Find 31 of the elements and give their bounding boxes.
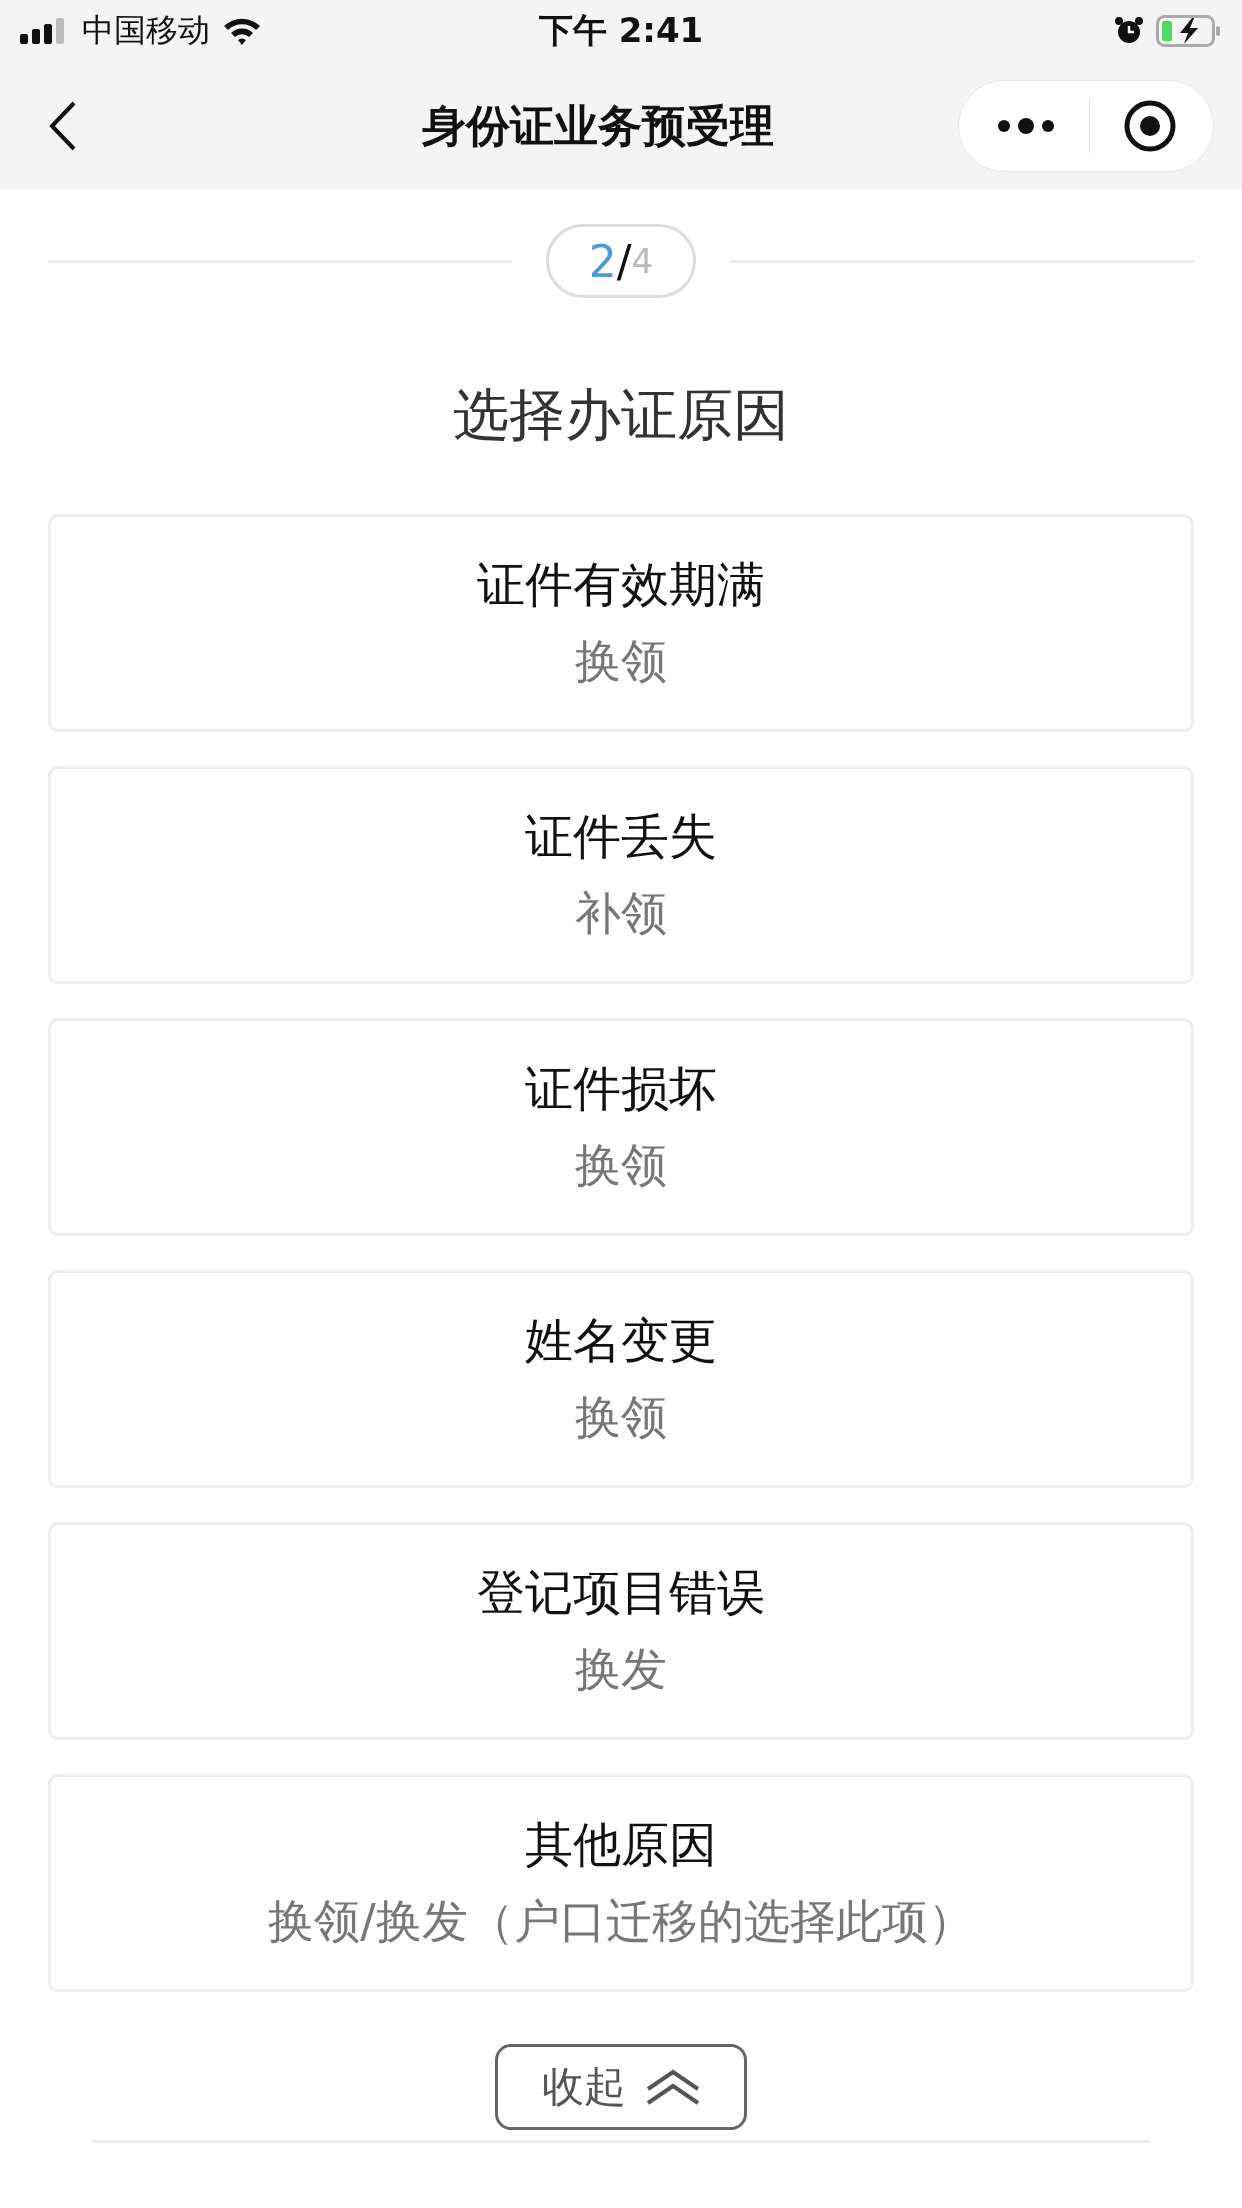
reason-option[interactable]: 姓名变更 换领 (48, 1270, 1194, 1488)
collapse-button[interactable]: 收起 (495, 2044, 747, 2130)
reason-action: 换领/换发（户口迁移的选择此项） (268, 1893, 974, 1950)
reason-action: 换发 (575, 1641, 667, 1698)
alarm-icon (1114, 16, 1144, 46)
status-time: 下午 2:41 (538, 9, 704, 52)
reason-option[interactable]: 证件损坏 换领 (48, 1018, 1194, 1236)
reason-title: 证件有效期满 (477, 555, 765, 614)
double-chevron-up-icon (646, 2069, 700, 2105)
reason-option[interactable]: 登记项目错误 换发 (48, 1522, 1194, 1740)
reason-action: 补领 (575, 885, 667, 942)
section-heading: 选择办证原因 (452, 381, 790, 449)
back-icon[interactable] (48, 100, 78, 152)
reason-action: 换领 (575, 1137, 667, 1194)
wifi-icon (222, 16, 262, 46)
reason-option[interactable]: 证件有效期满 换领 (48, 514, 1194, 732)
more-icon[interactable] (995, 118, 1056, 134)
close-icon[interactable] (1122, 99, 1177, 153)
reason-action: 换领 (575, 1389, 667, 1446)
reason-option[interactable]: 其他原因 换领/换发（户口迁移的选择此项） (48, 1774, 1194, 1992)
page-title: 身份证业务预受理 (422, 98, 774, 153)
reason-title: 姓名变更 (525, 1311, 717, 1370)
reason-title: 证件丢失 (525, 807, 717, 866)
step-indicator: 2/4 (546, 224, 696, 298)
reason-option[interactable]: 证件丢失 补领 (48, 766, 1194, 984)
reason-title: 证件损坏 (525, 1059, 717, 1118)
battery-charging-icon (1156, 15, 1222, 47)
carrier-name: 中国移动 (82, 10, 210, 51)
reason-title: 其他原因 (525, 1815, 717, 1874)
reason-action: 换领 (575, 633, 667, 690)
reason-title: 登记项目错误 (477, 1563, 765, 1622)
